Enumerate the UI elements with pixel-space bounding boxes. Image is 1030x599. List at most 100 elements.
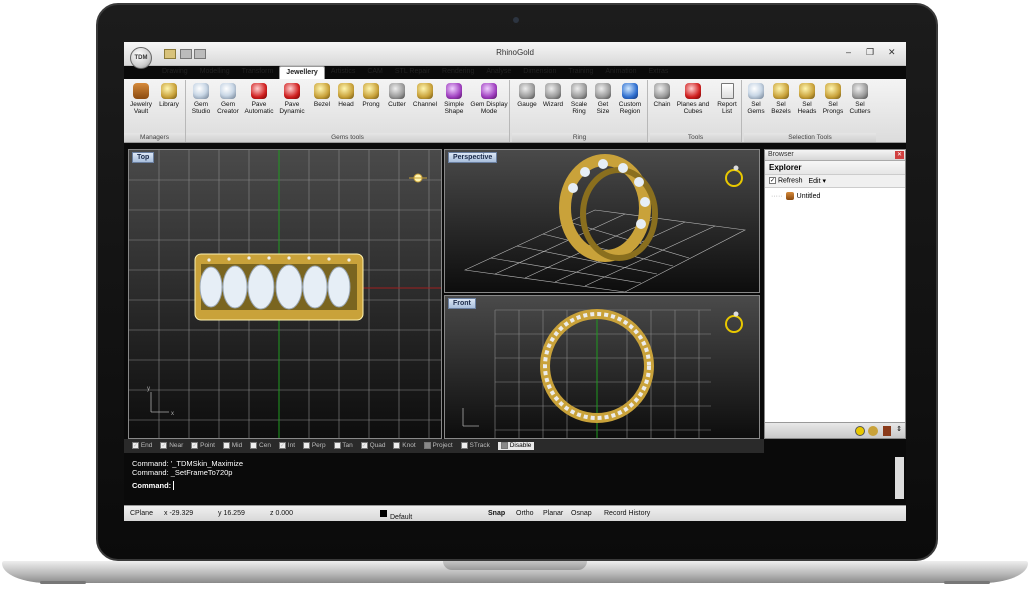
tab-jewellery[interactable]: Jewellery [279,66,325,79]
viewport-top[interactable]: Top x y [128,149,442,439]
tab-drawing[interactable]: Drawing [156,66,194,79]
laptop-foot [944,581,990,584]
sel-cutters-icon [852,83,868,99]
osnap-near[interactable]: ✓ Near [160,442,183,450]
title-bar: RhinoGold – ❐ ✕ [124,42,906,66]
minimize-icon[interactable]: – [846,47,851,57]
book-icon[interactable] [883,426,891,436]
gem-display-mode-button[interactable]: Gem Display Mode [470,83,508,115]
snap-toggle[interactable]: Snap [488,510,505,517]
channel-icon [417,83,433,99]
gem-icon[interactable] [868,426,878,436]
viewport-label[interactable]: Perspective [448,152,498,163]
viewport-front[interactable]: Front [444,295,760,439]
osnap-knot[interactable]: Knot [393,442,416,450]
tab-modelling[interactable]: Modelling [194,66,236,79]
tab-artistics[interactable]: Artistics [325,66,362,79]
explorer-toolbar: ✓ Refresh Edit ▾ [765,175,905,188]
sel-prongs-icon [825,83,841,99]
custom-region-icon [622,83,638,99]
sel-heads-button[interactable]: Sel Heads [794,83,820,115]
pave-dynamic-button[interactable]: Pave Dynamic [276,83,308,115]
osnap-cen[interactable]: Cen [250,442,271,450]
y-coordinate: y 16.259 [218,510,245,517]
simple-shape-icon [446,83,462,99]
group-label: Managers [124,133,185,142]
custom-region-button[interactable]: Custom Region [614,83,646,115]
tab-extras[interactable]: Extras [643,66,675,79]
group-ring: Gauge Wizard Scale Ring Get Size Custom … [512,80,648,142]
osnap-project[interactable]: Project [423,442,453,450]
osnap-quad[interactable]: ✓ Quad [360,442,385,450]
bezel-button[interactable]: Bezel [310,83,334,108]
layer-indicator[interactable]: Default [380,510,412,521]
jewelry-vault-button[interactable]: Jewelry Vault [128,83,154,115]
arrows-icon[interactable]: ⇕ [896,425,902,433]
pave-automatic-button[interactable]: Pave Automatic [242,83,276,115]
tab-cam[interactable]: CAM [361,66,389,79]
restore-icon[interactable]: ❐ [866,47,874,58]
tab-rendering[interactable]: Rendering [436,66,480,79]
get-size-button[interactable]: Get Size [592,83,614,115]
gem-creator-button[interactable]: Gem Creator [214,83,242,115]
osnap-end[interactable]: ✓ End [132,442,152,450]
layer-color-swatch [380,510,387,517]
viewport-perspective[interactable]: Perspective [444,149,760,293]
chain-button[interactable]: Chain [650,83,674,108]
sel-gems-button[interactable]: Sel Gems [744,83,768,115]
svg-text:x: x [171,411,174,417]
viewport-label[interactable]: Top [132,152,155,163]
head-button[interactable]: Head [334,83,358,108]
tab-analyse[interactable]: Analyse [480,66,517,79]
ring-icon[interactable] [855,426,865,436]
gem-studio-button[interactable]: Gem Studio [188,83,214,115]
tab-dimension[interactable]: Dimension [517,66,562,79]
osnap-strack[interactable]: STrack [460,442,490,450]
osnap-perp[interactable]: Perp [303,442,326,450]
scale-ring-button[interactable]: Scale Ring [566,83,592,115]
gauge-button[interactable]: Gauge [514,83,540,108]
pave-automatic-icon [251,83,267,99]
tree-item[interactable]: ····· Untitled [765,188,905,204]
channel-button[interactable]: Channel [410,83,440,108]
group-selection-tools: Sel Gems Sel Bezels Sel Heads Sel Prongs… [744,80,876,142]
planar-toggle[interactable]: Planar [543,510,563,517]
simple-shape-button[interactable]: Simple Shape [440,83,468,115]
planes-and-cubes-button[interactable]: Planes and Cubes [674,83,712,115]
tab-training[interactable]: Training [562,66,599,79]
viewport-label[interactable]: Front [448,298,476,309]
osnap-toggle[interactable]: Osnap [571,510,592,517]
sel-bezels-button[interactable]: Sel Bezels [768,83,794,115]
vault-icon [133,83,149,99]
osnap-disable[interactable]: Disable [497,442,535,450]
edit-menu[interactable]: Edit ▾ [808,177,826,185]
svg-text:y: y [147,386,150,392]
prong-button[interactable]: Prong [358,83,384,108]
close-icon[interactable]: ✕ [888,47,896,58]
sel-prongs-button[interactable]: Sel Prongs [820,83,846,115]
command-line: Command: _SetFrameTo720p [132,468,233,477]
wizard-button[interactable]: Wizard [540,83,566,108]
osnap-mid[interactable]: Mid [222,442,242,450]
report-list-button[interactable]: Report List [714,83,740,115]
osnap-tan[interactable]: Tan [333,442,353,450]
sel-cutters-button[interactable]: Sel Cutters [846,83,874,115]
osnap-point[interactable]: ✓ Point [191,442,215,450]
group-label: Selection Tools [744,133,876,142]
ortho-toggle[interactable]: Ortho [516,510,534,517]
record-history-toggle[interactable]: Record History [604,510,650,517]
tab-stl-repair[interactable]: STL Repair [389,66,436,79]
bezel-icon [314,83,330,99]
group-label: Tools [650,133,741,142]
command-scrollbar[interactable] [895,457,904,499]
tab-animation[interactable]: Animation [599,66,642,79]
app-logo[interactable]: TDM [130,47,152,69]
tab-transform[interactable]: Transform [236,66,280,79]
osnap-int[interactable]: ✓ Int [278,442,295,450]
command-prompt[interactable]: Command: [132,481,898,490]
library-button[interactable]: Library [156,83,182,108]
close-icon[interactable]: ✕ [895,151,904,159]
cutter-button[interactable]: Cutter [384,83,410,108]
refresh-button[interactable]: ✓ Refresh [769,177,802,185]
webcam [513,17,519,23]
